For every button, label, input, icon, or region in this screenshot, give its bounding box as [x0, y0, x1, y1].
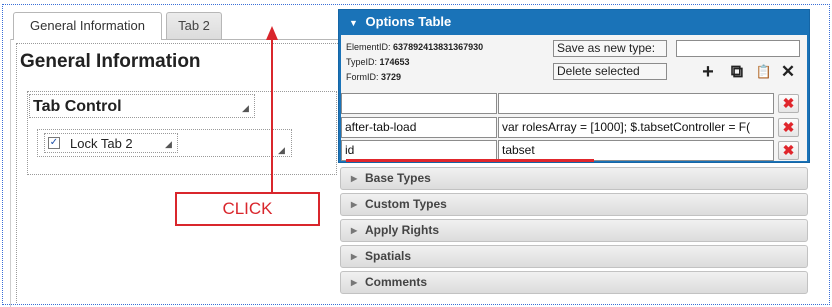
form-id-value: 3729	[381, 72, 402, 82]
section-label: Custom Types	[365, 197, 447, 211]
section-label: Base Types	[365, 171, 431, 185]
delete-row-icon[interactable]: ✖	[778, 118, 799, 137]
expand-arrow-icon: ▶	[351, 252, 358, 261]
form-id: FormID: 3729	[346, 72, 401, 82]
section-label: Comments	[365, 275, 428, 289]
copy-icon[interactable]: ⧉	[727, 63, 747, 81]
expand-arrow-icon: ▶	[351, 200, 358, 209]
section-spatials[interactable]: ▶ Spatials	[340, 245, 808, 268]
type-id: TypeID: 174653	[346, 57, 410, 67]
option-key-cell[interactable]: after-tab-load	[341, 117, 497, 138]
options-table-title: Options Table	[365, 14, 452, 29]
section-custom-types[interactable]: ▶ Custom Types	[340, 193, 808, 216]
element-id-label: ElementID:	[346, 42, 391, 52]
paste-icon[interactable]: 📋	[754, 63, 774, 81]
section-label: Spatials	[365, 249, 412, 263]
option-value-cell[interactable]: tabset	[498, 140, 774, 161]
section-base-types[interactable]: ▶ Base Types	[340, 167, 808, 190]
element-id: ElementID: 637892413831367930	[346, 42, 483, 52]
delete-selected-button[interactable]: Delete selected	[553, 63, 667, 80]
section-comments[interactable]: ▶ Comments	[340, 271, 808, 294]
element-id-value: 637892413831367930	[393, 42, 484, 52]
type-id-label: TypeID:	[346, 57, 378, 67]
type-id-value: 174653	[379, 57, 410, 67]
clear-icon[interactable]: ✕	[780, 63, 796, 81]
expand-arrow-icon: ▶	[351, 174, 358, 183]
option-key-cell[interactable]: id	[341, 140, 497, 161]
click-annotation: CLICK	[175, 192, 320, 226]
form-id-label: FormID:	[346, 72, 379, 82]
options-table-header[interactable]: ▼ Options Table	[339, 10, 809, 33]
save-as-new-type-input[interactable]	[676, 40, 800, 57]
delete-row-icon[interactable]: ✖	[778, 141, 799, 160]
tab-general-information[interactable]: General Information	[13, 12, 162, 40]
option-value-cell[interactable]: var rolesArray = [1000]; $.tabsetControl…	[498, 117, 774, 138]
section-label: Apply Rights	[365, 223, 439, 237]
highlight-underline	[346, 159, 594, 162]
option-key-cell[interactable]	[341, 93, 497, 114]
expand-arrow-icon: ▶	[351, 278, 358, 287]
option-value-cell[interactable]	[498, 93, 774, 114]
save-as-new-type-label: Save as new type:	[553, 40, 667, 57]
expand-arrow-icon: ▶	[351, 226, 358, 235]
add-icon[interactable]: +	[699, 62, 717, 82]
section-apply-rights[interactable]: ▶ Apply Rights	[340, 219, 808, 242]
collapse-arrow-icon: ▼	[349, 18, 358, 28]
delete-row-icon[interactable]: ✖	[778, 94, 799, 113]
